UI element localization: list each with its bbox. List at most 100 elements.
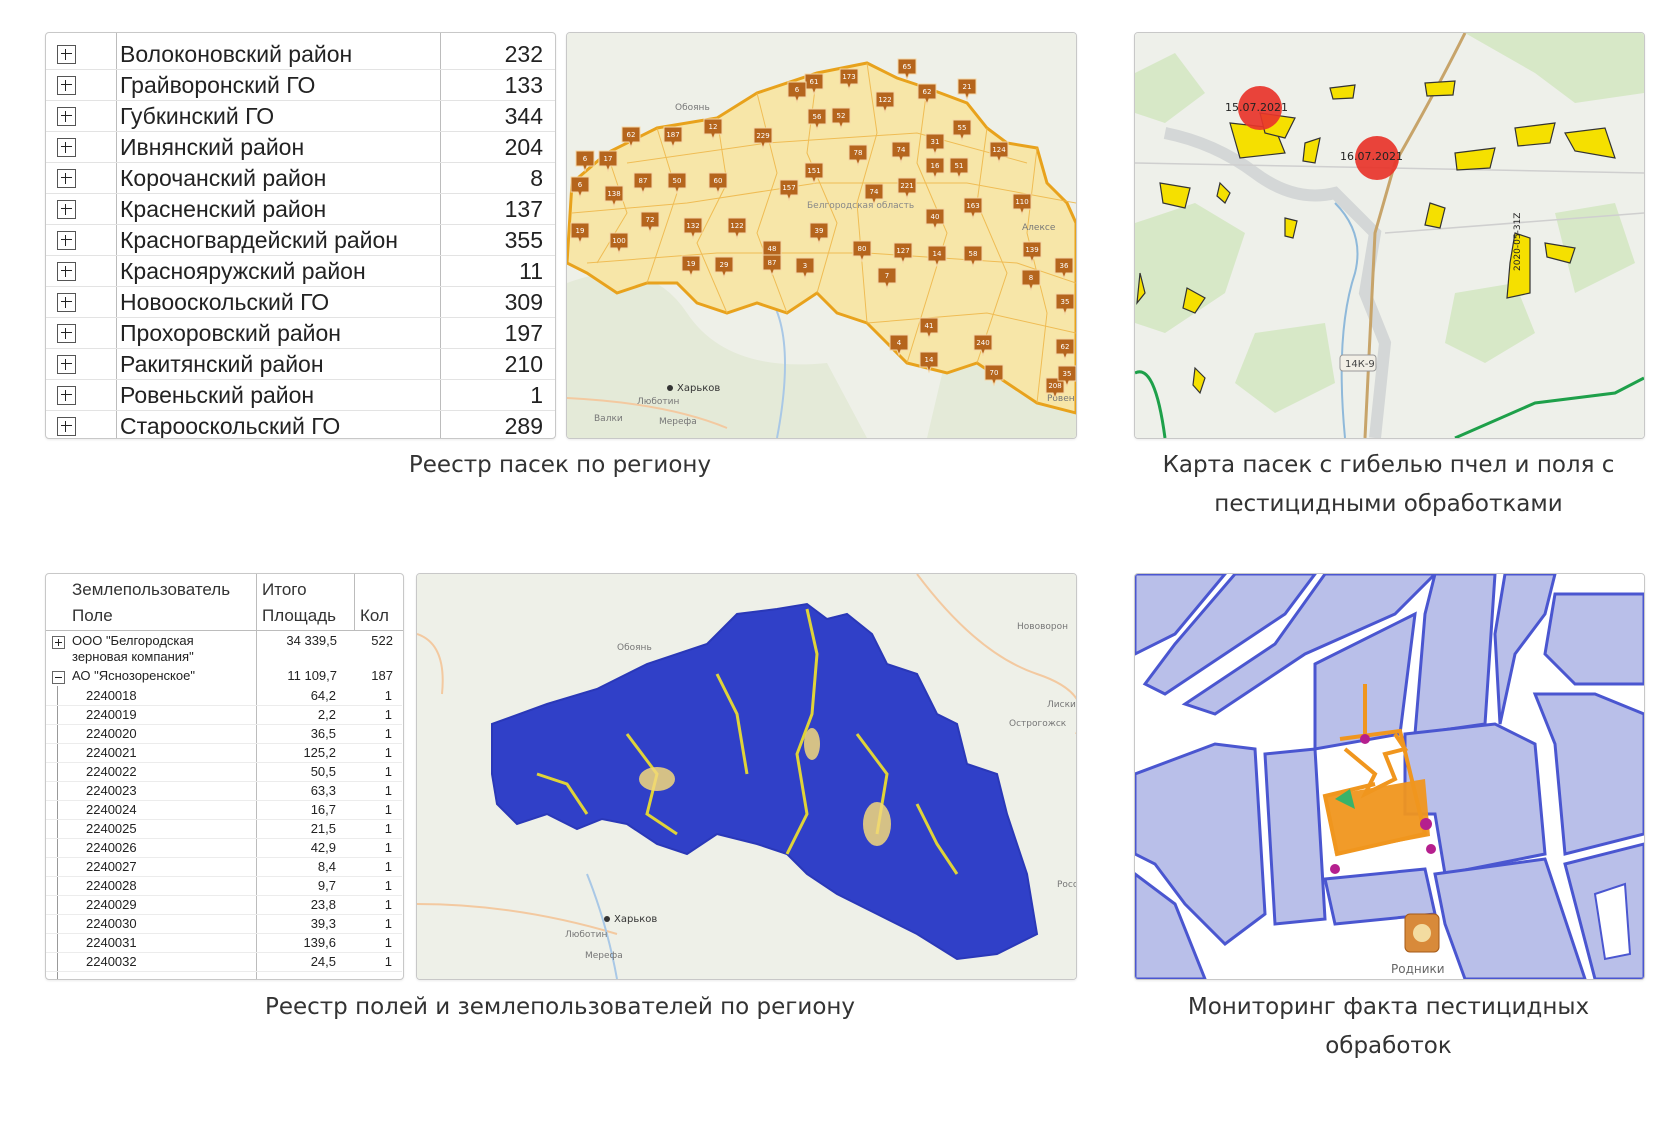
monitoring-map[interactable]: Родники (1135, 574, 1644, 979)
region-row[interactable]: Грайворонский ГО 133 (46, 70, 555, 101)
apiary-marker-count: 35 (1063, 370, 1072, 378)
apiary-marker-count: 62 (923, 88, 932, 96)
field-row[interactable]: 2240027 8,4 1 (46, 857, 402, 877)
expand-button[interactable] (57, 355, 76, 374)
region-count: 197 (504, 320, 543, 346)
region-row[interactable]: Ивнянский район 204 (46, 132, 555, 163)
field-row[interactable]: 2240024 16,7 1 (46, 800, 402, 820)
field-count: 1 (384, 935, 392, 950)
field-row[interactable]: 2240030 39,3 1 (46, 914, 402, 934)
apiary-map-panel[interactable]: Обоянь Белгородская область Алексе Харьк… (566, 32, 1077, 439)
field-id: 2240031 (86, 935, 137, 950)
apiary-marker-count: 87 (639, 177, 648, 185)
region-row[interactable]: Старооскольский ГО 289 (46, 411, 555, 438)
place-rovenki: Ровен (1047, 394, 1075, 404)
place-lyubotin: Любoтин (637, 397, 679, 407)
region-row[interactable]: Губкинский ГО 344 (46, 101, 555, 132)
field-id: 2240024 (86, 802, 137, 817)
field-row[interactable]: 2240020 36,5 1 (46, 724, 402, 744)
region-count: 204 (504, 134, 543, 160)
region-row[interactable]: Корочанский район 8 (46, 163, 555, 194)
expand-button[interactable] (57, 324, 76, 343)
owner-area: 34 339,5 (286, 633, 337, 648)
region-count: 210 (504, 351, 543, 377)
apiary-marker-count: 62 (1061, 343, 1070, 351)
expand-button[interactable] (57, 231, 76, 250)
field-area: 50,5 (310, 764, 336, 779)
field-count: 1 (384, 802, 392, 817)
field-row[interactable]: 2240019 2,2 1 (46, 705, 402, 725)
region-count: 8 (530, 165, 543, 191)
bee-deaths-map[interactable]: 15.07.2021 16.07.2021 2020-05-31Z 14К-9 (1135, 33, 1644, 438)
apiary-marker-count: 100 (612, 237, 625, 245)
expand-button[interactable] (57, 107, 76, 126)
field-id: 2240021 (86, 745, 137, 760)
field-area: 8,4 (317, 859, 336, 874)
field-row[interactable]: 2240022 50,5 1 (46, 762, 402, 782)
expand-button[interactable] (57, 200, 76, 219)
apiary-marker-count: 31 (931, 138, 940, 146)
apiary-marker-count: 72 (646, 216, 655, 224)
apiary-marker-count: 65 (903, 63, 912, 71)
field-row[interactable]: 2240026 42,9 1 (46, 838, 402, 858)
field-id: 2240019 (86, 707, 137, 722)
fields-map[interactable]: Обоянь Нововорон Лиски Острогожск Росс Х… (417, 574, 1076, 979)
expand-button[interactable] (57, 386, 76, 405)
region-name: Волоконовский район (120, 41, 353, 67)
field-row[interactable]: 2240025 21,5 1 (46, 819, 402, 839)
expand-button[interactable] (57, 417, 76, 436)
field-row[interactable]: 2240031 139,6 1 (46, 933, 402, 953)
owner-name-line: зерновая компания" (72, 649, 194, 664)
apiary-marker-count: 87 (768, 259, 777, 267)
apiary-marker-count: 14 (925, 356, 934, 364)
field-row[interactable]: 2240021 125,2 1 (46, 743, 402, 763)
apiary-marker-count: 35 (1061, 298, 1070, 306)
expand-button[interactable] (57, 262, 76, 281)
field-count: 1 (384, 688, 392, 703)
region-row[interactable]: Новооскольский ГО 309 (46, 287, 555, 318)
region-name: Прохоровский район (120, 320, 342, 346)
owner-area: 11 109,7 (287, 668, 337, 683)
region-row[interactable]: Ровеньский район 1 (46, 380, 555, 411)
expand-button[interactable] (57, 169, 76, 188)
apiary-marker-count: 132 (686, 222, 699, 230)
apiary-marker-count: 41 (925, 322, 934, 330)
region-count: 1 (530, 382, 543, 408)
field-row[interactable]: 2240029 23,8 1 (46, 895, 402, 915)
bee-deaths-map-panel[interactable]: 15.07.2021 16.07.2021 2020-05-31Z 14К-9 (1134, 32, 1645, 439)
apiary-marker-count: 19 (576, 227, 585, 235)
place-alekseevka: Алексе (1022, 223, 1056, 233)
region-row[interactable]: Ракитянский район 210 (46, 349, 555, 380)
region-row[interactable]: Прохоровский район 197 (46, 318, 555, 349)
field-row[interactable]: 2240023 63,3 1 (46, 781, 402, 801)
field-row[interactable]: 2240032 24,5 1 (46, 952, 402, 972)
expand-button[interactable] (52, 636, 65, 649)
fields-map-panel[interactable]: Обоянь Нововорон Лиски Острогожск Росс Х… (416, 573, 1077, 980)
expand-button[interactable] (57, 76, 76, 95)
place-merefa: Мерефа (585, 951, 623, 961)
region-name: Краснояружский район (120, 258, 366, 284)
apiary-map[interactable]: Обоянь Белгородская область Алексе Харьк… (567, 33, 1076, 438)
apiary-marker-count: 7 (885, 272, 889, 280)
owner-group-1[interactable]: ООО "Белгородская зерновая компания" (72, 633, 194, 665)
regions-table-panel: Волоконовский район 232 Грайворонский ГО 13… (45, 32, 556, 439)
expand-button[interactable] (57, 45, 76, 64)
field-row[interactable]: 2240028 9,7 1 (46, 876, 402, 896)
expand-button[interactable] (57, 138, 76, 157)
region-row[interactable]: Волоконовский район 232 (46, 39, 555, 70)
expand-button[interactable] (57, 293, 76, 312)
field-row[interactable]: 2240018 64,2 1 (46, 686, 402, 706)
apiary-marker-count: 122 (878, 96, 891, 104)
collapse-button[interactable] (52, 671, 65, 684)
apiary-marker-count: 139 (1025, 246, 1038, 254)
region-row[interactable]: Краснояружский район 11 (46, 256, 555, 287)
apiary-marker-count: 58 (969, 250, 978, 258)
region-name: Ракитянский район (120, 351, 324, 377)
owner-group-2[interactable]: АО "Яснозоренское" (72, 668, 195, 683)
field-area: 21,5 (310, 821, 336, 836)
caption-line: Мониторинг факта пестицидных (1187, 994, 1590, 1020)
region-row[interactable]: Красненский район 137 (46, 194, 555, 225)
field-area: 9,7 (317, 878, 336, 893)
monitoring-map-panel[interactable]: Родники (1134, 573, 1645, 980)
region-row[interactable]: Красногвардейский район 355 (46, 225, 555, 256)
